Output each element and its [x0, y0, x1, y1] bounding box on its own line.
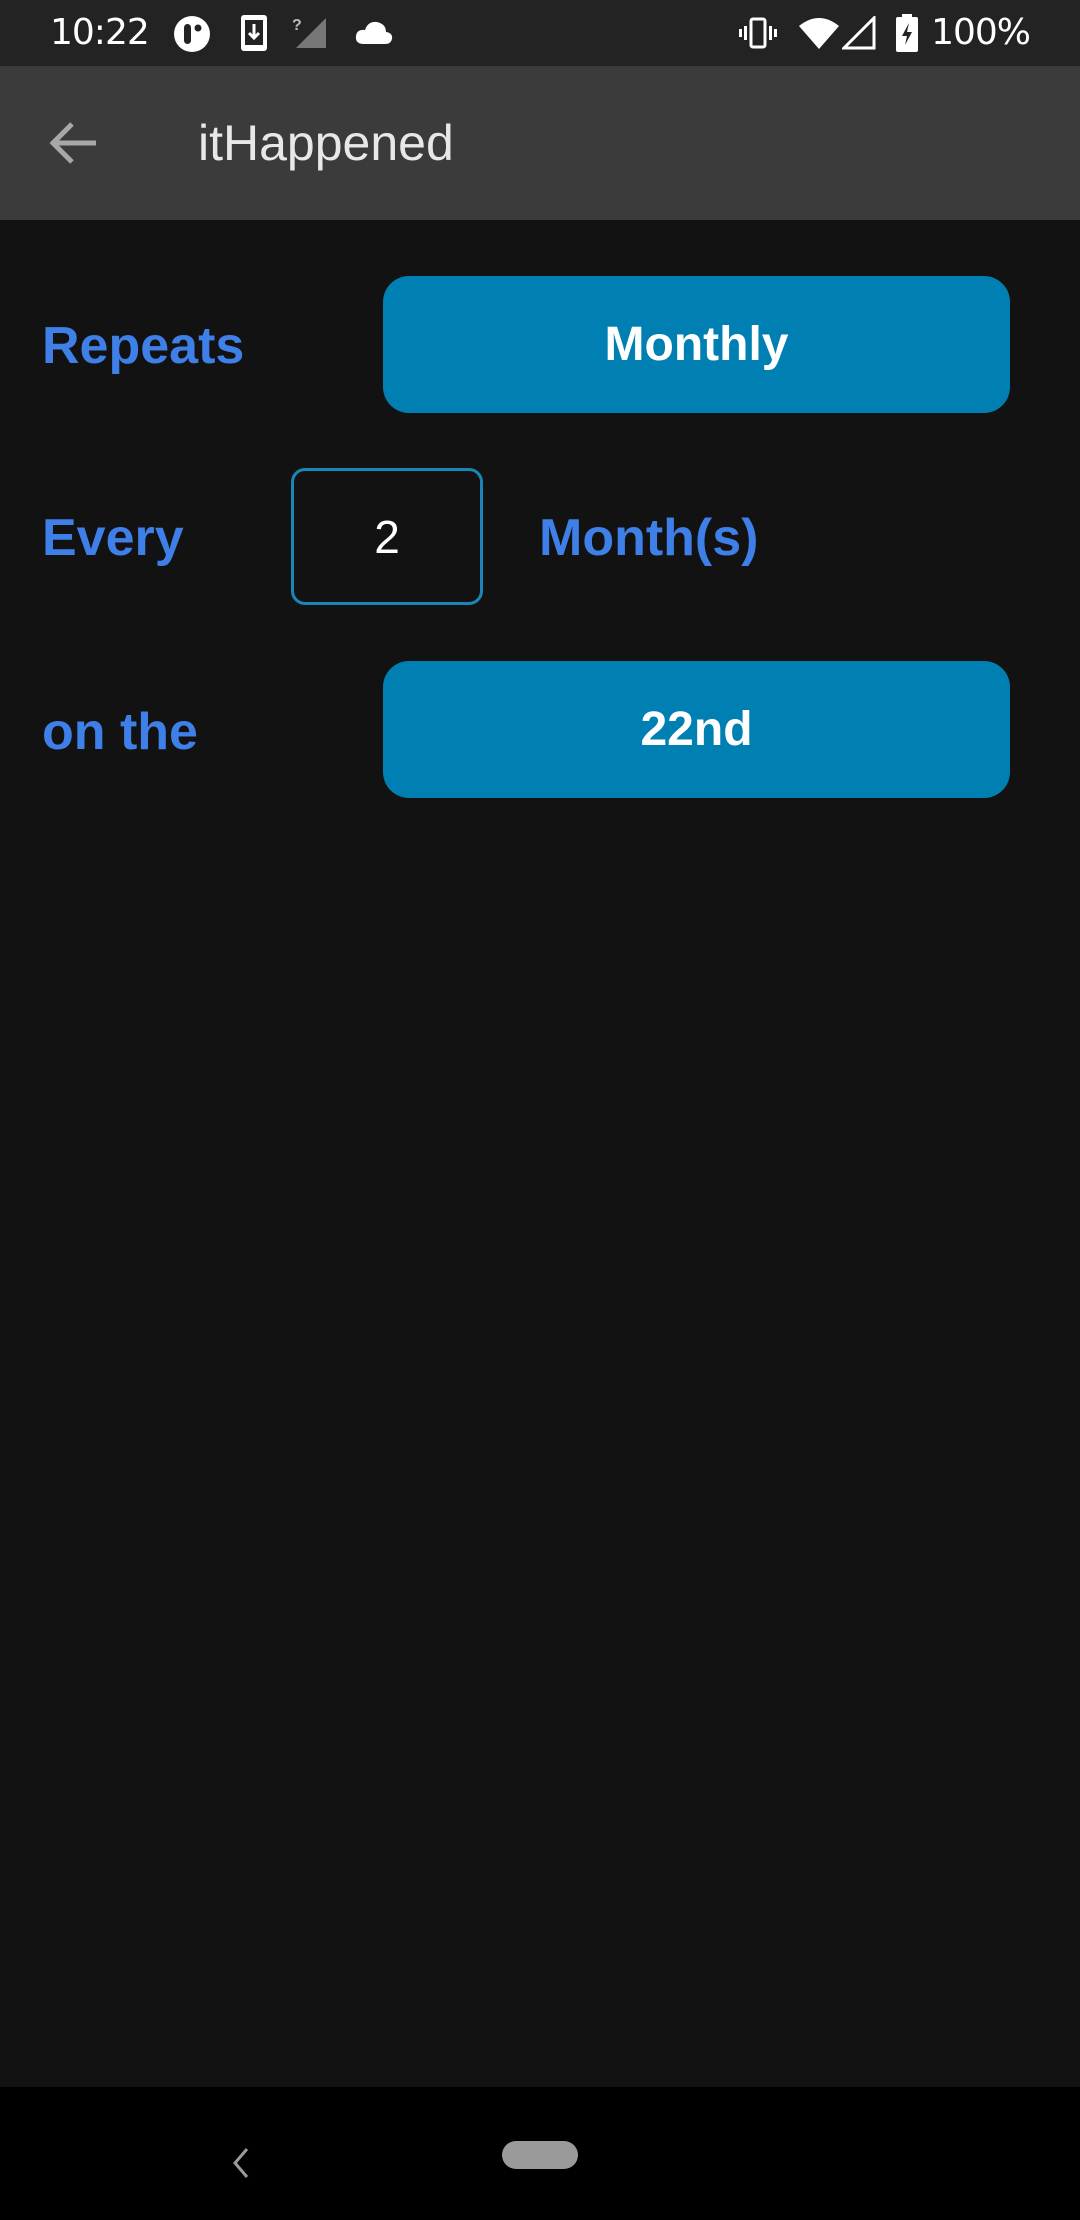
repeats-frequency-button[interactable]: Monthly	[383, 276, 1010, 413]
back-button[interactable]	[46, 116, 106, 170]
app-title: itHappened	[198, 115, 454, 171]
interval-unit-label: Month(s)	[539, 509, 759, 567]
cell-signal-icon	[840, 14, 876, 55]
wifi-icon	[798, 16, 840, 55]
svg-text:?: ?	[292, 17, 302, 34]
app-bar: itHappened	[0, 66, 1080, 220]
arrow-left-icon	[49, 122, 96, 164]
status-bar: 10:22 ? 100%	[0, 0, 1080, 66]
app-notification-icon	[172, 14, 212, 59]
chevron-left-icon	[233, 2148, 249, 2178]
nav-back-button[interactable]	[225, 2145, 255, 2181]
no-sim-signal-icon: ?	[292, 14, 328, 55]
on-the-label: on the	[42, 703, 198, 761]
interval-count-input[interactable]	[291, 468, 483, 605]
battery-percent: 100%	[931, 12, 1031, 53]
battery-charging-icon	[896, 14, 918, 57]
vibrate-icon	[738, 16, 778, 55]
download-icon	[240, 14, 268, 57]
every-label: Every	[42, 509, 184, 567]
system-nav-bar	[0, 2087, 1080, 2220]
day-of-month-button[interactable]: 22nd	[383, 661, 1010, 798]
repeats-label: Repeats	[42, 317, 245, 375]
home-pill-icon[interactable]	[502, 2141, 578, 2169]
cloud-icon	[354, 18, 394, 51]
status-time: 10:22	[50, 12, 150, 53]
